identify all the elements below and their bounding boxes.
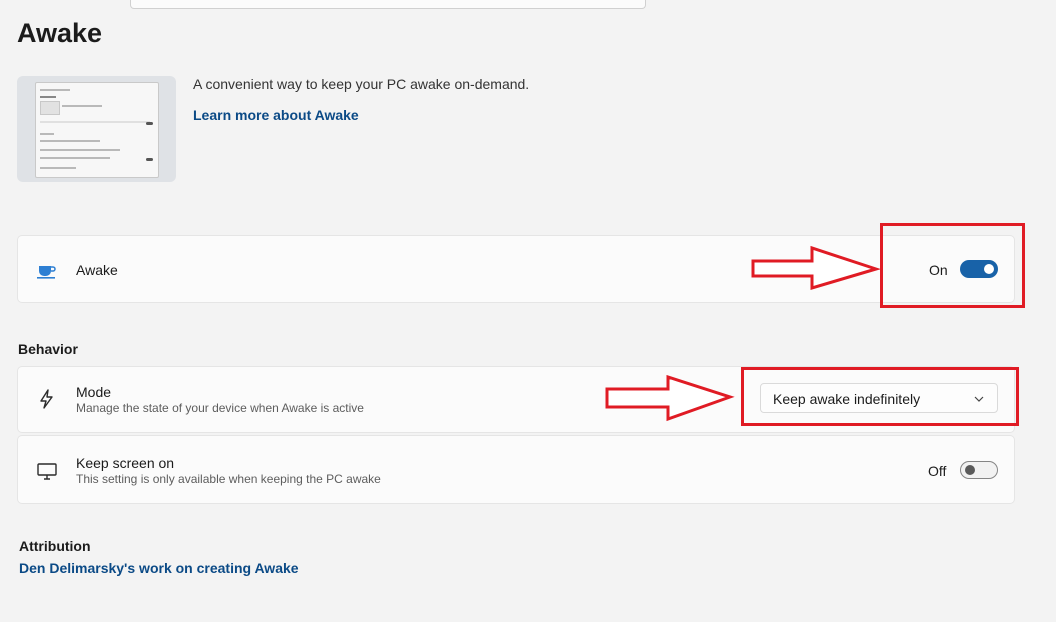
red-arrow-icon bbox=[605, 375, 735, 422]
lightning-icon bbox=[36, 388, 58, 410]
coffee-cup-icon bbox=[36, 259, 58, 281]
attribution-header: Attribution bbox=[19, 538, 91, 554]
dropdown-highlight-box bbox=[741, 367, 1019, 426]
behavior-header: Behavior bbox=[18, 341, 78, 357]
keep-screen-toggle[interactable] bbox=[960, 461, 998, 479]
search-box[interactable] bbox=[130, 0, 646, 9]
keep-screen-toggle-state: Off bbox=[928, 463, 947, 479]
hero-description: A convenient way to keep your PC awake o… bbox=[193, 76, 530, 92]
monitor-icon bbox=[36, 460, 58, 482]
hero-image bbox=[17, 76, 176, 182]
keep-screen-on-card: Keep screen on This setting is only avai… bbox=[17, 435, 1015, 504]
awake-title: Awake bbox=[76, 262, 118, 278]
keep-screen-on-title: Keep screen on bbox=[76, 455, 175, 471]
red-arrow-icon bbox=[751, 245, 882, 291]
learn-more-link[interactable]: Learn more about Awake bbox=[193, 107, 359, 123]
toggle-highlight-box bbox=[880, 223, 1025, 308]
hero-screenshot bbox=[35, 82, 159, 178]
attribution-link[interactable]: Den Delimarsky's work on creating Awake bbox=[19, 560, 299, 576]
mode-title: Mode bbox=[76, 384, 112, 400]
page-title: Awake bbox=[17, 18, 103, 48]
mode-subtitle: Manage the state of your device when Awa… bbox=[76, 401, 364, 415]
keep-screen-on-subtitle: This setting is only available when keep… bbox=[76, 472, 381, 486]
